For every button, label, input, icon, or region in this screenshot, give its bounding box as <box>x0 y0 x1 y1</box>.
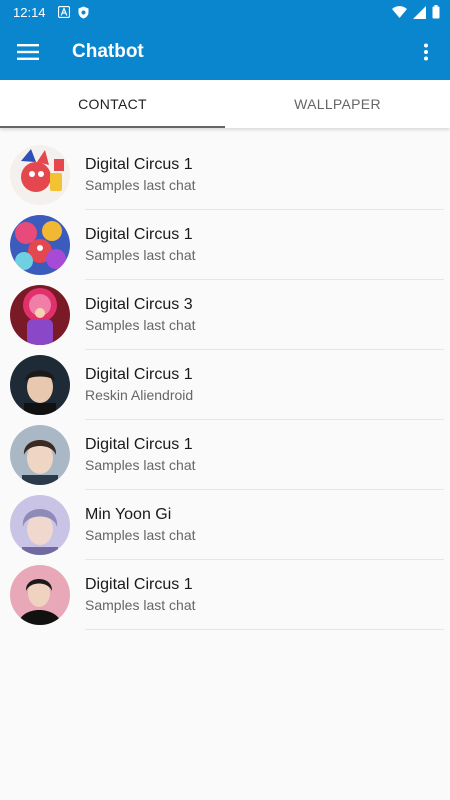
tab-contact[interactable]: CONTACT <box>0 80 225 128</box>
wifi-icon <box>392 6 407 18</box>
more-vert-icon[interactable] <box>402 24 450 80</box>
shield-icon <box>78 6 89 19</box>
app-title: Chatbot <box>72 41 144 62</box>
contact-subtitle: Samples last chat <box>85 527 196 543</box>
font-a-icon <box>57 6 70 18</box>
divider <box>85 629 444 630</box>
avatar <box>10 565 70 625</box>
contact-item[interactable]: Digital Circus 1 Samples last chat <box>0 210 450 280</box>
status-time: 12:14 <box>13 4 46 20</box>
tab-bar: CONTACT WALLPAPER <box>0 80 450 128</box>
contact-subtitle: Samples last chat <box>85 177 196 193</box>
status-bar: 12:14 <box>0 0 450 24</box>
contact-subtitle: Samples last chat <box>85 247 196 263</box>
battery-icon <box>432 5 440 19</box>
contact-name: Digital Circus 1 <box>85 366 193 383</box>
contact-item[interactable]: Digital Circus 1 Samples last chat <box>0 420 450 490</box>
contact-name: Digital Circus 1 <box>85 226 193 243</box>
tab-wallpaper[interactable]: WALLPAPER <box>225 80 450 128</box>
contact-subtitle: Samples last chat <box>85 317 196 333</box>
contact-subtitle: Samples last chat <box>85 597 196 613</box>
contact-subtitle: Reskin Aliendroid <box>85 387 194 403</box>
contact-item[interactable]: Digital Circus 1 Reskin Aliendroid <box>0 350 450 420</box>
contact-item[interactable]: Min Yoon Gi Samples last chat <box>0 490 450 560</box>
contact-item[interactable]: Digital Circus 1 Samples last chat <box>0 140 450 210</box>
contact-name: Min Yoon Gi <box>85 506 172 523</box>
avatar <box>10 215 70 275</box>
avatar <box>10 285 70 345</box>
contact-name: Digital Circus 1 <box>85 156 193 173</box>
contact-name: Digital Circus 3 <box>85 296 193 313</box>
avatar <box>10 145 70 205</box>
avatar <box>10 425 70 485</box>
avatar <box>10 355 70 415</box>
contact-item[interactable]: Digital Circus 3 Samples last chat <box>0 280 450 350</box>
contact-list: Digital Circus 1 Samples last chat Digit… <box>0 140 450 630</box>
contact-subtitle: Samples last chat <box>85 457 196 473</box>
avatar <box>10 495 70 555</box>
contact-item[interactable]: Digital Circus 1 Samples last chat <box>0 560 450 630</box>
signal-icon <box>413 5 426 19</box>
app-bar: Chatbot <box>0 24 450 80</box>
contact-name: Digital Circus 1 <box>85 576 193 593</box>
contact-name: Digital Circus 1 <box>85 436 193 453</box>
hamburger-menu-icon[interactable] <box>0 24 56 80</box>
